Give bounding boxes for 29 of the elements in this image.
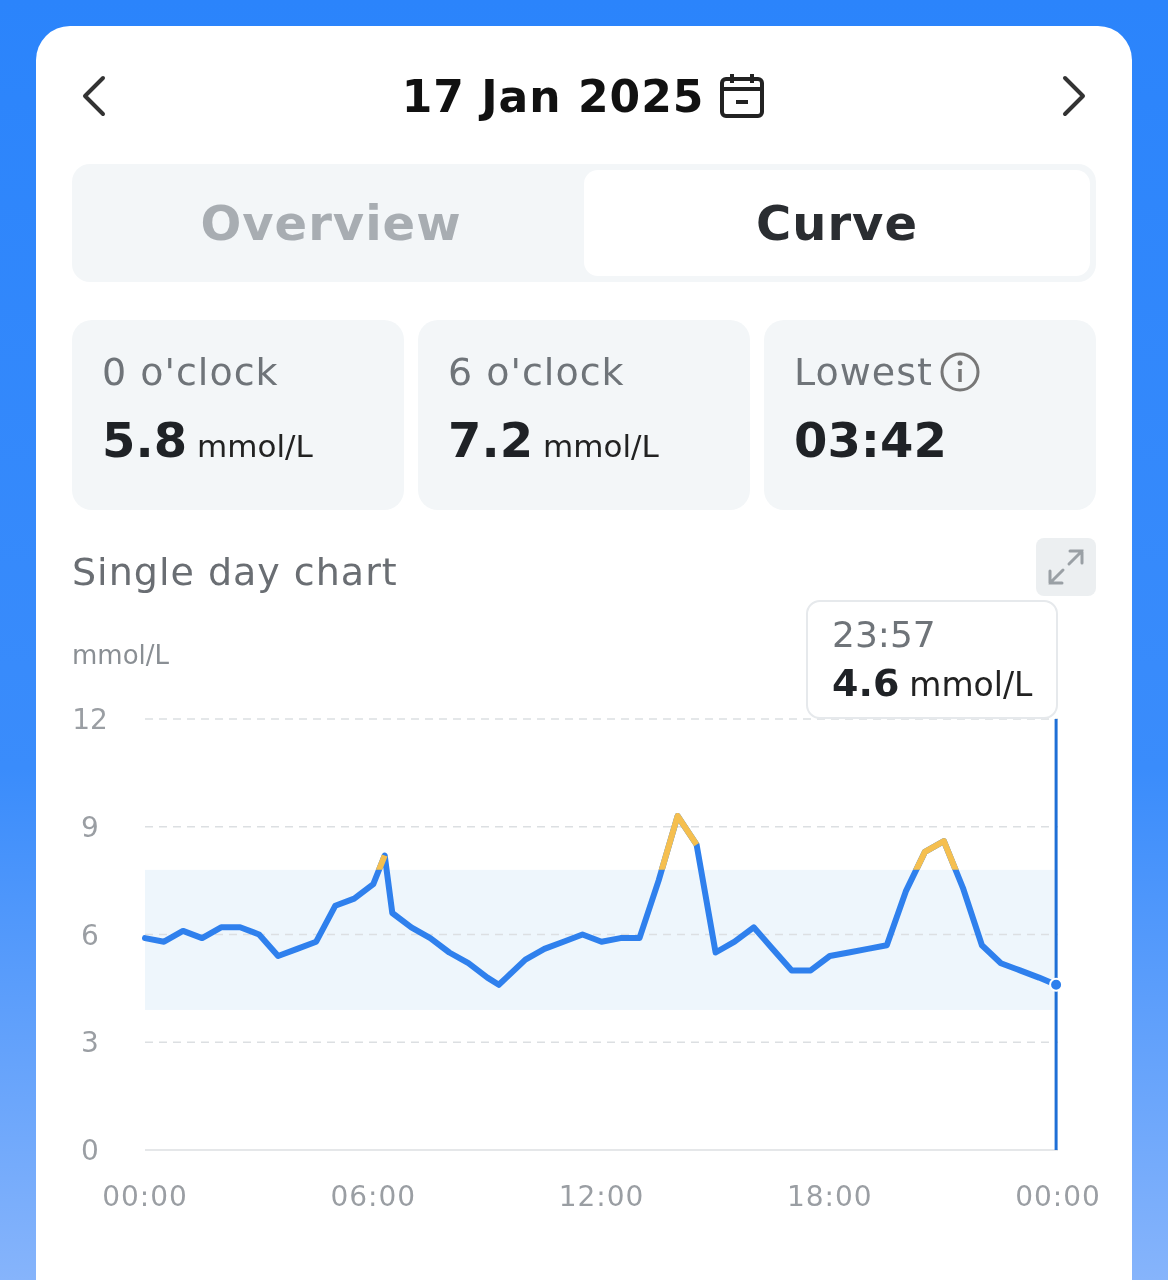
tab[interactable]: Curve bbox=[584, 170, 1090, 276]
stat-label: 0 o'clock bbox=[102, 350, 279, 394]
expand-icon bbox=[1046, 547, 1086, 587]
y-tick-label: 9 bbox=[81, 810, 99, 844]
y-tick-label: 12 bbox=[72, 703, 108, 736]
stat-value: 03:42 bbox=[794, 412, 947, 468]
calendar-icon[interactable] bbox=[718, 72, 767, 120]
x-tick-label: 06:00 bbox=[330, 1180, 417, 1213]
date-title[interactable]: 17 Jan 2025 bbox=[401, 70, 705, 122]
stat-label: Lowest bbox=[794, 350, 933, 394]
unit-label: mmol/L bbox=[197, 428, 313, 464]
y-tick-label: 0 bbox=[81, 1134, 99, 1167]
section-title: Single day chart bbox=[72, 550, 398, 594]
tooltip-value: 4.6 bbox=[832, 661, 900, 705]
x-tick-label: 00:00 bbox=[102, 1180, 188, 1213]
x-tick-label: 12:00 bbox=[558, 1180, 645, 1213]
unit-label: mmol/L bbox=[543, 428, 659, 464]
tooltip-unit: mmol/L bbox=[909, 665, 1033, 704]
stat-value: 7.2 bbox=[448, 412, 534, 468]
data-point bbox=[1049, 977, 1064, 992]
y-tick-label: 6 bbox=[81, 918, 99, 952]
stat-label: 6 o'clock bbox=[448, 350, 625, 394]
axis-unit-label: mmol/L bbox=[72, 640, 170, 670]
tooltip-time: 23:57 bbox=[832, 614, 937, 655]
x-tick-label: 18:00 bbox=[786, 1180, 873, 1213]
y-tick-label: 3 bbox=[81, 1026, 99, 1060]
stat-value: 5.8 bbox=[102, 412, 188, 468]
x-tick-label: 00:00 bbox=[1015, 1180, 1101, 1213]
info-icon[interactable] bbox=[938, 351, 981, 393]
